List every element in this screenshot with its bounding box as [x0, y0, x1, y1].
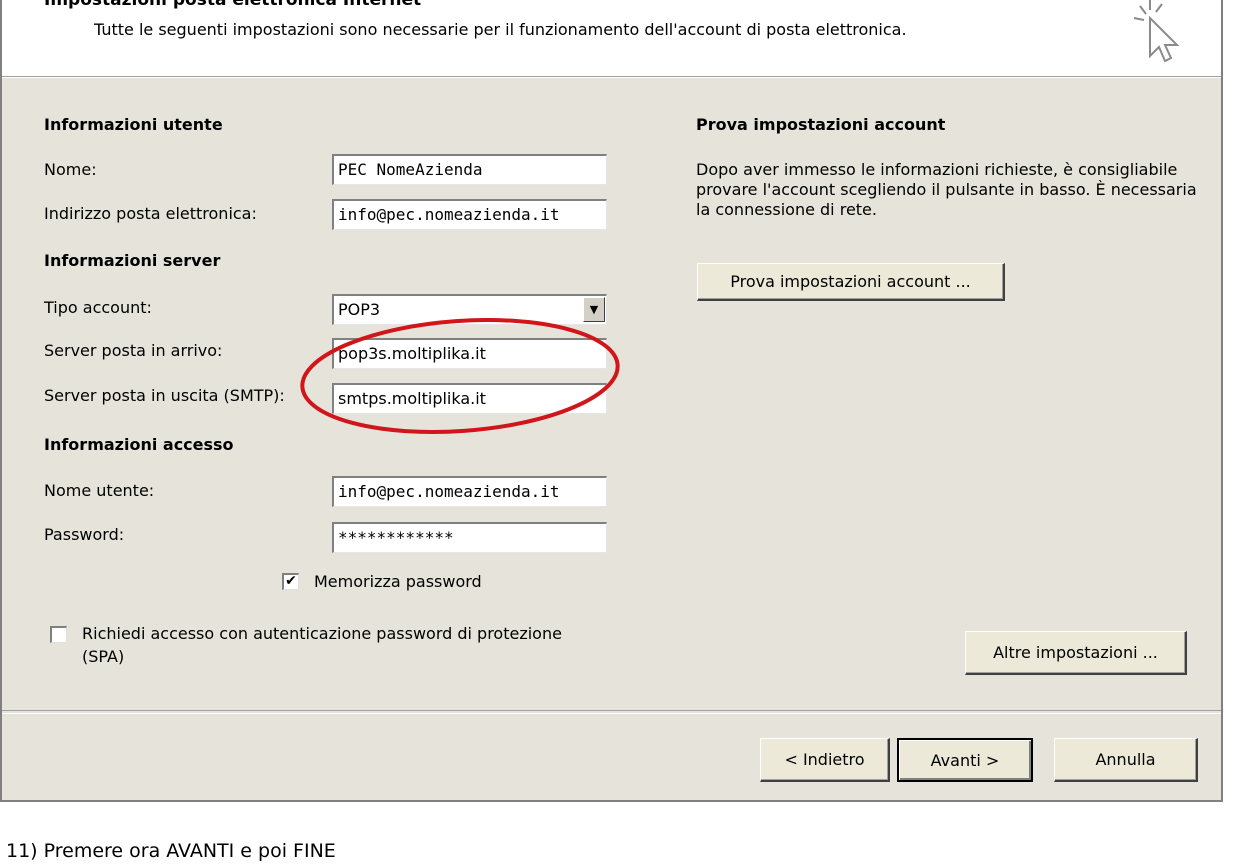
email-label: Indirizzo posta elettronica:: [44, 204, 257, 223]
account-type-value: POP3: [338, 300, 381, 319]
spa-label-line1: Richiedi accesso con autenticazione pass…: [82, 624, 562, 643]
dialog-title: Impostazioni posta elettronica Internet: [44, 0, 422, 10]
account-type-select[interactable]: POP3 ▼: [332, 294, 607, 325]
user-info-heading: Informazioni utente: [44, 115, 223, 134]
email-input[interactable]: info@pec.nomeazienda.it: [332, 199, 607, 230]
username-input[interactable]: info@pec.nomeazienda.it: [332, 476, 607, 507]
account-settings-dialog: Impostazioni posta elettronica Internet …: [0, 0, 1223, 802]
checkmark-icon: ✔: [285, 573, 297, 589]
dialog-subtitle: Tutte le seguenti impostazioni sono nece…: [94, 20, 907, 39]
chevron-down-icon[interactable]: ▼: [583, 297, 605, 322]
name-input[interactable]: PEC NomeAzienda: [332, 154, 607, 185]
remember-password-checkbox[interactable]: ✔: [282, 573, 299, 590]
cancel-button[interactable]: Annulla: [1054, 738, 1198, 782]
server-info-heading: Informazioni server: [44, 251, 221, 270]
back-button[interactable]: < Indietro: [760, 738, 890, 782]
test-settings-heading: Prova impostazioni account: [696, 115, 946, 134]
test-settings-description: Dopo aver immesso le informazioni richie…: [696, 160, 1197, 219]
outgoing-server-input[interactable]: smtps.moltiplika.it: [332, 383, 607, 414]
incoming-server-label: Server posta in arrivo:: [44, 341, 223, 360]
next-button[interactable]: Avanti >: [897, 738, 1033, 782]
outgoing-server-label: Server posta in uscita (SMTP):: [44, 386, 285, 405]
access-info-heading: Informazioni accesso: [44, 435, 234, 454]
test-account-button[interactable]: Prova impostazioni account ...: [697, 263, 1005, 301]
footer-divider: [2, 710, 1221, 714]
account-type-label: Tipo account:: [44, 298, 152, 317]
spa-label-line2: (SPA): [82, 647, 125, 666]
more-settings-button[interactable]: Altre impostazioni ...: [965, 631, 1187, 675]
name-label: Nome:: [44, 160, 97, 179]
spa-checkbox[interactable]: [50, 626, 67, 643]
instruction-caption: 11) Premere ora AVANTI e poi FINE: [6, 840, 336, 862]
cursor-click-icon: [1133, 0, 1180, 63]
password-input[interactable]: ************: [332, 522, 607, 553]
remember-password-label: Memorizza password: [314, 572, 482, 591]
incoming-server-input[interactable]: pop3s.moltiplika.it: [332, 338, 607, 369]
password-label: Password:: [44, 525, 125, 544]
dialog-header: Impostazioni posta elettronica Internet …: [2, 0, 1221, 77]
username-label: Nome utente:: [44, 481, 155, 500]
